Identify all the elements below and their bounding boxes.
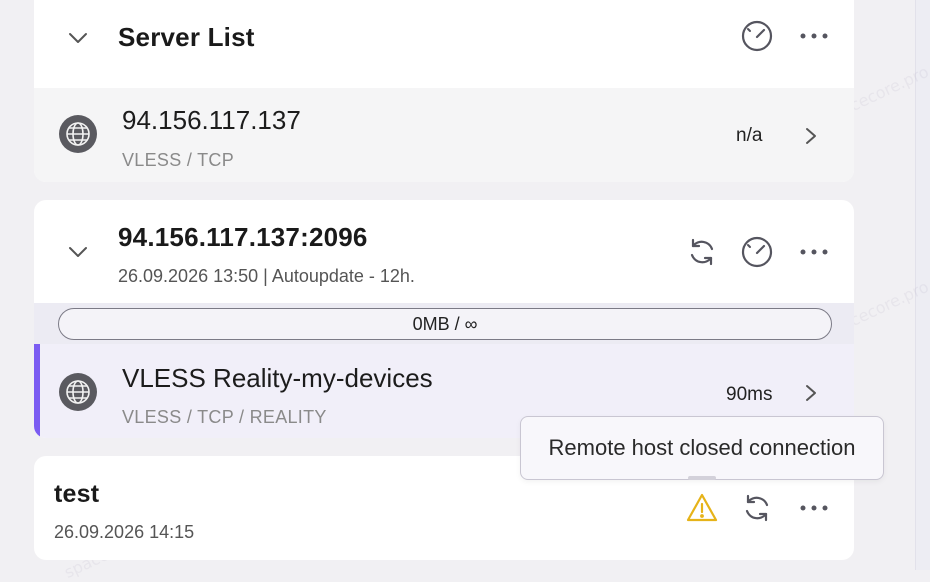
server-name: VLESS Reality-my-devices [122, 363, 433, 393]
usage-band: 0MB / ∞ [34, 303, 854, 345]
group-card-subscription: 94.156.117.137:2096 26.09.2026 13:50 | A… [34, 200, 854, 438]
group-subtitle: 26.09.2026 13:50 | Autoupdate - 12h. [118, 266, 415, 286]
more-icon[interactable] [796, 234, 832, 270]
globe-icon [59, 115, 97, 153]
group-title: Server List [118, 22, 255, 52]
refresh-icon[interactable] [739, 490, 775, 526]
group-card-server-list: Server List 94.156.117.137 VLESS / TCP n… [34, 0, 854, 182]
server-latency: 90ms [726, 384, 773, 405]
selection-indicator [34, 344, 40, 438]
speedometer-icon[interactable] [739, 18, 775, 54]
usage-indicator: 0MB / ∞ [58, 308, 832, 340]
warning-icon[interactable] [684, 490, 720, 526]
group-title: 94.156.117.137:2096 [118, 222, 368, 252]
chevron-down-icon[interactable] [68, 32, 88, 44]
chevron-right-icon[interactable] [804, 384, 818, 402]
server-row[interactable]: 94.156.117.137 VLESS / TCP n/a [34, 88, 854, 182]
tooltip-pointer [688, 476, 716, 480]
chevron-right-icon[interactable] [804, 127, 818, 145]
server-protocol: VLESS / TCP [122, 150, 235, 170]
server-latency: n/a [736, 125, 763, 146]
scrollbar[interactable] [915, 0, 930, 570]
error-tooltip: Remote host closed connection [520, 416, 884, 480]
group-subtitle: 26.09.2026 14:15 [54, 522, 195, 542]
chevron-down-icon[interactable] [68, 246, 88, 258]
speedometer-icon[interactable] [739, 234, 775, 270]
server-protocol: VLESS / TCP / REALITY [122, 407, 327, 427]
server-name: 94.156.117.137 [122, 105, 301, 135]
more-icon[interactable] [796, 18, 832, 54]
globe-icon [59, 373, 97, 411]
more-icon[interactable] [796, 490, 832, 526]
refresh-icon[interactable] [684, 234, 720, 270]
group-title: test [54, 480, 100, 508]
